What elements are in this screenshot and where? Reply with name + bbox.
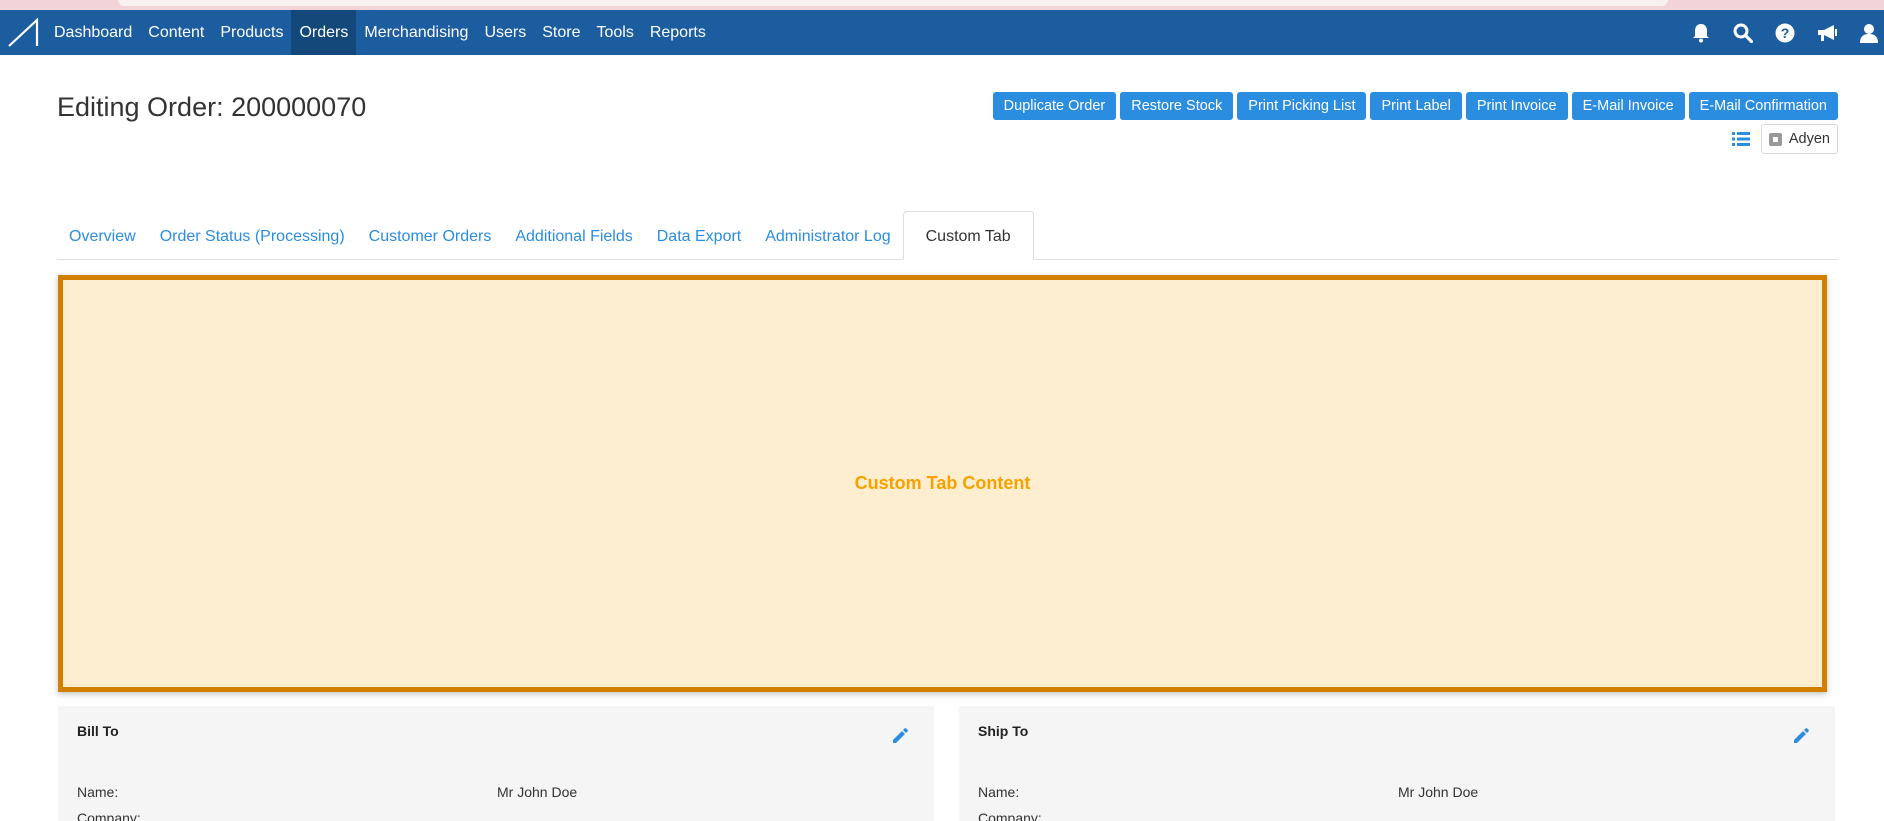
restore-stock-button[interactable]: Restore Stock bbox=[1120, 92, 1234, 120]
svg-text:?: ? bbox=[1781, 25, 1790, 41]
browser-strip-pill bbox=[118, 0, 1668, 6]
nav-item-store[interactable]: Store bbox=[534, 10, 588, 55]
browser-top-strip bbox=[0, 0, 1884, 10]
nav-item-products[interactable]: Products bbox=[212, 10, 291, 55]
nav-item-content[interactable]: Content bbox=[140, 10, 212, 55]
custom-tab-content: Custom Tab Content bbox=[854, 473, 1031, 493]
tab-additional-fields[interactable]: Additional Fields bbox=[503, 211, 644, 259]
bill-to-name-value: Mr John Doe bbox=[497, 784, 578, 800]
nav-item-orders[interactable]: Orders bbox=[291, 10, 357, 55]
bell-icon[interactable] bbox=[1690, 22, 1712, 44]
megaphone-icon[interactable] bbox=[1816, 22, 1838, 44]
secondary-actions: Adyen bbox=[1731, 124, 1838, 154]
tab-administrator-log[interactable]: Administrator Log bbox=[753, 211, 902, 259]
print-invoice-button[interactable]: Print Invoice bbox=[1465, 92, 1568, 120]
tab-order-status[interactable]: Order Status (Processing) bbox=[148, 211, 357, 259]
order-tabs: Overview Order Status (Processing) Custo… bbox=[57, 211, 1838, 260]
ship-to-title: Ship To bbox=[978, 723, 1029, 739]
nav-item-dashboard[interactable]: Dashboard bbox=[46, 10, 140, 55]
bill-to-card: Bill To Name: Mr John Doe Company: bbox=[58, 706, 934, 821]
bill-to-title: Bill To bbox=[77, 723, 119, 739]
main-nav: Dashboard Content Products Orders Mercha… bbox=[46, 10, 714, 55]
help-icon[interactable]: ? bbox=[1774, 22, 1796, 44]
ship-to-edit-icon[interactable] bbox=[1791, 726, 1811, 746]
nav-icon-group: ? bbox=[1690, 10, 1884, 55]
logo-icon[interactable] bbox=[0, 10, 46, 55]
ship-to-card: Ship To Name: Mr John Doe Company: bbox=[959, 706, 1835, 821]
ship-to-name-value: Mr John Doe bbox=[1398, 784, 1479, 800]
adyen-logo-icon bbox=[1768, 132, 1782, 146]
email-invoice-button[interactable]: E-Mail Invoice bbox=[1571, 92, 1685, 120]
bill-to-edit-icon[interactable] bbox=[890, 726, 910, 746]
tab-data-export[interactable]: Data Export bbox=[645, 211, 753, 259]
user-icon[interactable] bbox=[1858, 22, 1880, 44]
bill-to-name-label: Name: bbox=[77, 784, 119, 800]
custom-tab-panel: Custom Tab Content bbox=[58, 275, 1827, 692]
nav-item-tools[interactable]: Tools bbox=[588, 10, 641, 55]
tab-overview[interactable]: Overview bbox=[57, 211, 148, 259]
page-title: Editing Order: 200000070 bbox=[57, 92, 367, 122]
order-action-bar: Duplicate Order Restore Stock Print Pick… bbox=[992, 92, 1838, 120]
print-label-button[interactable]: Print Label bbox=[1370, 92, 1462, 120]
top-navbar: Dashboard Content Products Orders Mercha… bbox=[0, 10, 1884, 55]
tab-custom-tab[interactable]: Custom Tab bbox=[902, 211, 1034, 260]
ship-to-name-label: Name: bbox=[978, 784, 1020, 800]
search-icon[interactable] bbox=[1732, 22, 1754, 44]
tab-customer-orders[interactable]: Customer Orders bbox=[357, 211, 504, 259]
adyen-label: Adyen bbox=[1788, 131, 1830, 147]
duplicate-order-button[interactable]: Duplicate Order bbox=[992, 92, 1117, 120]
nav-item-merchandising[interactable]: Merchandising bbox=[356, 10, 476, 55]
email-confirmation-button[interactable]: E-Mail Confirmation bbox=[1688, 92, 1838, 120]
adyen-button[interactable]: Adyen bbox=[1760, 124, 1838, 154]
list-icon[interactable] bbox=[1731, 129, 1751, 149]
nav-item-users[interactable]: Users bbox=[476, 10, 534, 55]
ship-to-company-label: Company: bbox=[978, 810, 1042, 821]
bill-to-company-label: Company: bbox=[77, 810, 141, 821]
nav-item-reports[interactable]: Reports bbox=[642, 10, 714, 55]
print-picking-list-button[interactable]: Print Picking List bbox=[1237, 92, 1367, 120]
